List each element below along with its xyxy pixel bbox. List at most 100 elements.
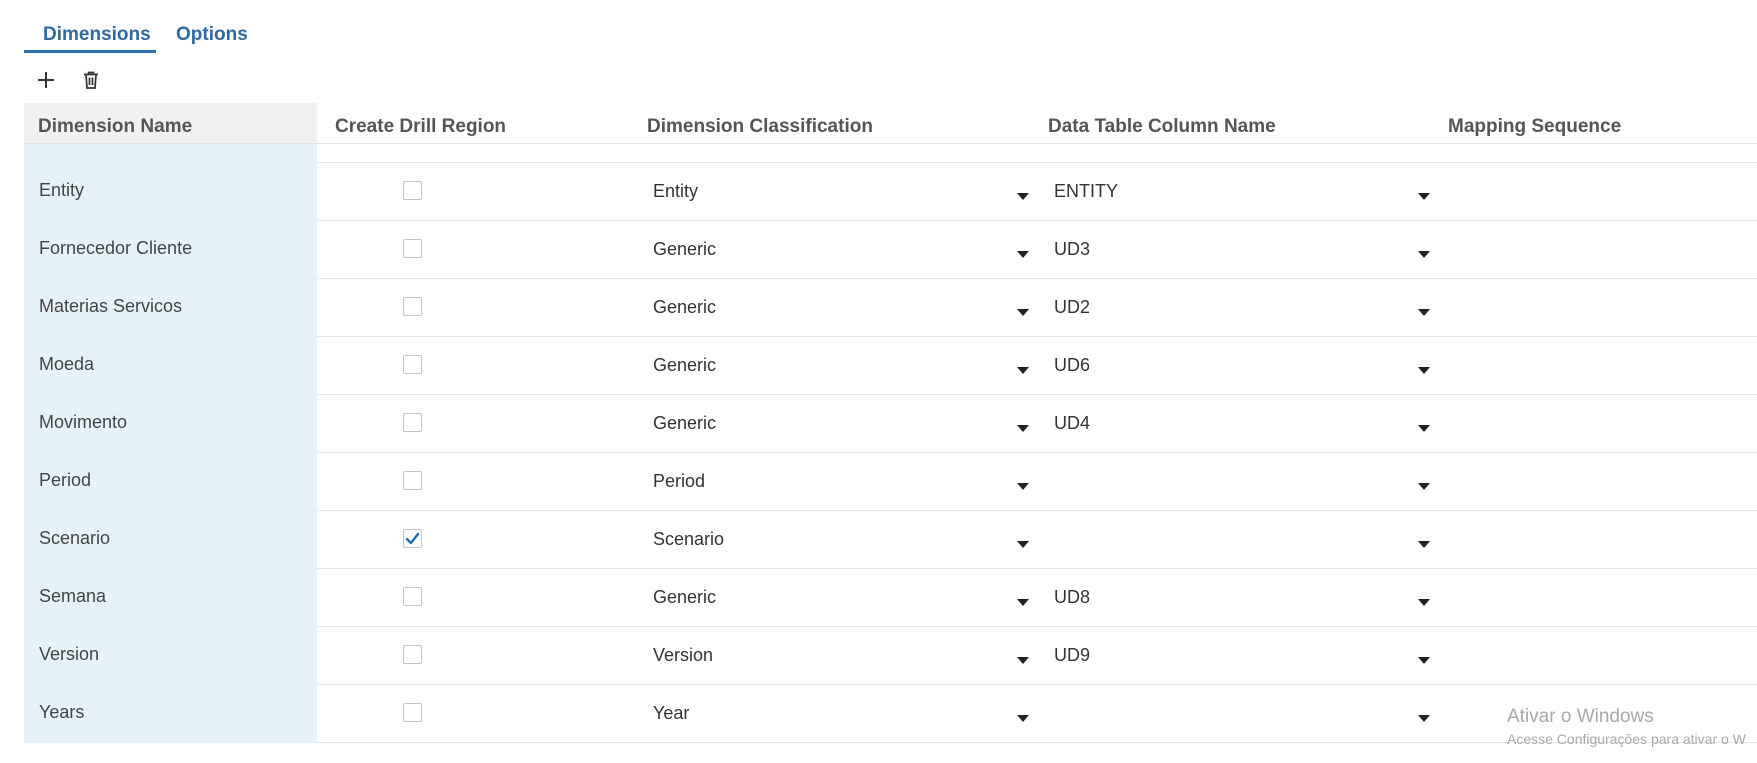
dimension-name-cell[interactable]: Fornecedor Cliente [24,221,317,279]
mapping-sequence-cell[interactable] [1449,511,1749,568]
create-drill-region-checkbox[interactable] [403,471,422,490]
table-row[interactable]: Entity Entity ENTITY [24,163,1757,221]
column-name-value: UD6 [1054,355,1091,375]
dropdown-arrow-icon [1017,652,1029,670]
dimension-name: Version [39,644,100,664]
mapping-sequence-cell[interactable] [1449,144,1749,162]
table-row[interactable]: Years Year [24,685,1757,743]
dropdown-arrow-icon [1418,420,1430,438]
dimension-name-cell[interactable]: Movimento [24,395,317,453]
create-drill-region-checkbox[interactable] [403,239,422,258]
tab-dimensions[interactable]: Dimensions [43,24,151,46]
mapping-sequence-cell[interactable] [1449,569,1749,626]
dropdown-arrow-icon [1017,594,1029,612]
create-drill-region-checkbox[interactable] [403,297,422,316]
mapping-sequence-cell[interactable] [1449,337,1749,394]
dropdown-arrow-icon [1017,362,1029,380]
mapping-sequence-cell[interactable] [1449,221,1749,278]
dimension-classification-select[interactable]: Generic [653,144,1029,147]
dimension-name-cell[interactable]: Moeda [24,337,317,395]
header-dimension-classification[interactable]: Dimension Classification [647,103,873,143]
data-table-column-select[interactable]: UD4 [1054,413,1430,437]
data-table-column-select[interactable]: UD2 [1054,297,1430,321]
data-table-column-select[interactable]: UD6 [1054,355,1430,379]
create-drill-region-checkbox[interactable] [403,181,422,200]
table-row[interactable]: Materias Servicos Generic UD2 [24,279,1757,337]
column-name-value: ENTITY [1054,181,1119,201]
table-row[interactable]: Version Version UD9 [24,627,1757,685]
header-mapping-sequence[interactable]: Mapping Sequence [1448,103,1621,143]
add-button[interactable] [34,68,58,92]
mapping-sequence-cell[interactable] [1449,163,1749,220]
dimension-classification-select[interactable]: Generic [653,239,1029,263]
dimension-name-cell[interactable]: Version [24,627,317,685]
dimension-name-cell[interactable]: Years [24,685,317,743]
dropdown-arrow-icon [1017,188,1029,206]
dropdown-arrow-icon [1418,478,1430,496]
windows-activation-watermark: Ativar o Windows Acesse Configurações pa… [1507,706,1746,747]
table-row[interactable]: Period Period [24,453,1757,511]
dimension-name: Moeda [39,354,95,374]
header-cell-name[interactable]: Dimension Name [24,103,317,143]
table-row[interactable]: Movimento Generic UD4 [24,395,1757,453]
table-row[interactable]: Scenario Scenario [24,511,1757,569]
data-table-column-select[interactable] [1054,471,1430,495]
header-data-table-column-name[interactable]: Data Table Column Name [1048,103,1276,143]
grid-body[interactable]: Dia Generic UD7 Entity Entity ENTITY Fornecedo… [24,144,1757,745]
dropdown-arrow-icon [1418,536,1430,554]
dimension-classification-select[interactable]: Generic [653,413,1029,437]
data-table-column-select[interactable]: UD9 [1054,645,1430,669]
data-table-column-select[interactable] [1054,529,1430,553]
data-table-column-select[interactable]: UD7 [1054,144,1430,147]
dimension-name-cell[interactable]: Materias Servicos [24,279,317,337]
table-row[interactable]: Dia Generic UD7 [24,144,1757,163]
mapping-sequence-cell[interactable] [1449,395,1749,452]
create-drill-region-checkbox[interactable] [403,529,422,548]
dimension-name-cell[interactable]: Entity [24,163,317,221]
dimension-classification-select[interactable]: Period [653,471,1029,495]
mapping-sequence-cell[interactable] [1449,279,1749,336]
dimension-name-cell[interactable]: Dia [24,144,317,163]
data-table-column-select[interactable]: UD8 [1054,587,1430,611]
column-name-value: UD9 [1054,645,1091,665]
table-row[interactable]: Fornecedor Cliente Generic UD3 [24,221,1757,279]
create-drill-region-checkbox[interactable] [403,413,422,432]
mapping-sequence-cell[interactable] [1449,453,1749,510]
dropdown-arrow-icon [1017,710,1029,728]
header-create-drill-region[interactable]: Create Drill Region [335,103,506,143]
table-row[interactable]: Semana Generic UD8 [24,569,1757,627]
dimension-classification-select[interactable]: Entity [653,181,1029,205]
create-drill-region-checkbox[interactable] [403,355,422,374]
dimension-name-cell[interactable]: Period [24,453,317,511]
tab-options[interactable]: Options [176,24,248,46]
data-table-column-select[interactable] [1054,703,1430,727]
create-drill-region-checkbox[interactable] [403,645,422,664]
dimension-classification-select[interactable]: Version [653,645,1029,669]
data-table-column-select[interactable]: UD3 [1054,239,1430,263]
dimension-classification-select[interactable]: Generic [653,297,1029,321]
dimension-classification-select[interactable]: Scenario [653,529,1029,553]
dimension-name: Years [39,702,85,722]
classification-value: Entity [653,181,699,201]
dropdown-arrow-icon [1418,652,1430,670]
classification-value: Generic [653,355,717,375]
create-drill-region-checkbox[interactable] [403,587,422,606]
dimension-classification-select[interactable]: Year [653,703,1029,727]
dimension-classification-select[interactable]: Generic [653,587,1029,611]
dimension-name: Materias Servicos [39,296,183,316]
dimension-name: Movimento [39,412,128,432]
dimension-classification-select[interactable]: Generic [653,355,1029,379]
dimension-name-cell[interactable]: Scenario [24,511,317,569]
classification-value: Generic [653,413,717,433]
data-table-column-select[interactable]: ENTITY [1054,181,1430,205]
dropdown-arrow-icon [1017,478,1029,496]
dropdown-arrow-icon [1017,304,1029,322]
create-drill-region-checkbox[interactable] [403,703,422,722]
dimension-name-cell[interactable]: Semana [24,569,317,627]
dropdown-arrow-icon [1017,144,1029,148]
classification-value: Generic [653,239,717,259]
dropdown-arrow-icon [1418,710,1430,728]
delete-button[interactable] [79,68,103,92]
table-row[interactable]: Moeda Generic UD6 [24,337,1757,395]
mapping-sequence-cell[interactable] [1449,627,1749,684]
